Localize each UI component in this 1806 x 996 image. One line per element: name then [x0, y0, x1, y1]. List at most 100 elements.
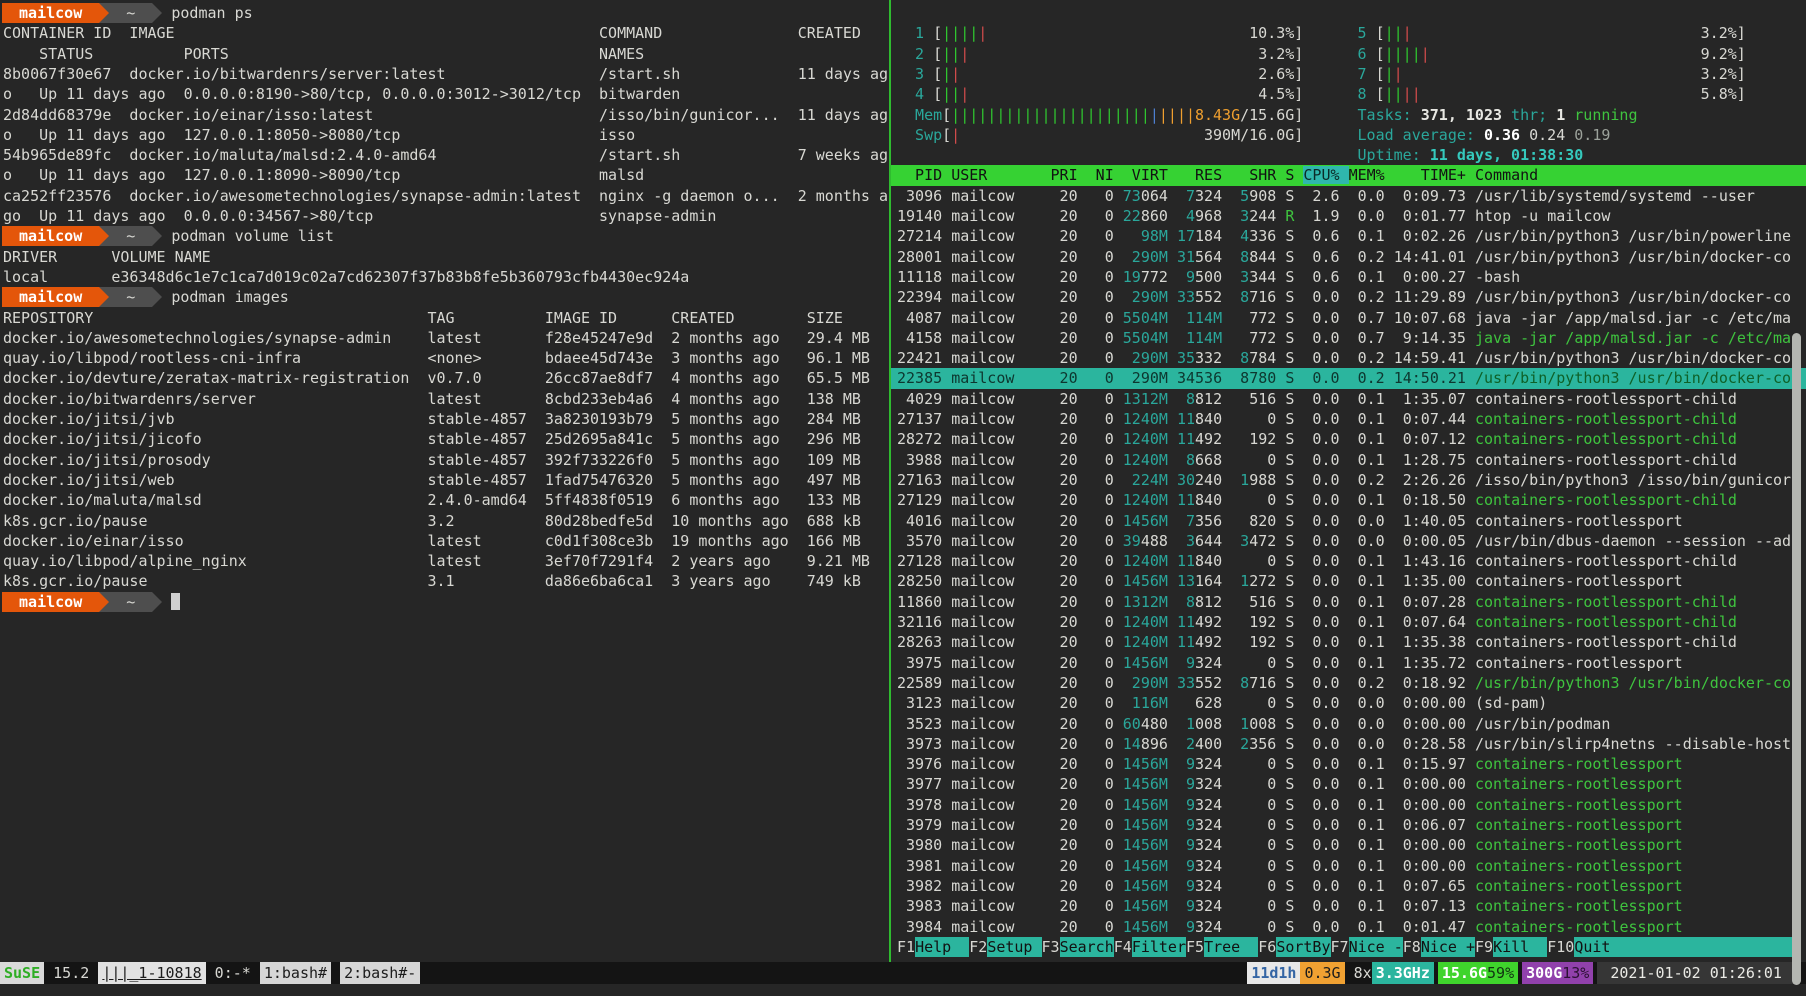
mem-value: 1312M — [1123, 390, 1168, 408]
process-row[interactable]: 4158 mailcow 20 0 5504M 114M 772 S 0.0 0… — [891, 328, 1806, 348]
text — [1222, 654, 1231, 672]
process-row[interactable]: 3980 mailcow 20 0 1456M 9324 0 S 0.0 0.1… — [891, 835, 1806, 855]
process-row[interactable]: 3523 mailcow 20 0 60480 1008 1008 S 0.0 … — [891, 714, 1806, 734]
window-2[interactable]: 2:bash#- — [340, 962, 420, 984]
mem-value: 1456M — [1123, 654, 1168, 672]
process-row[interactable]: 4087 mailcow 20 0 5504M 114M 772 S 0.0 0… — [891, 308, 1806, 328]
terminal-cursor[interactable] — [171, 593, 180, 610]
process-row[interactable]: 3978 mailcow 20 0 1456M 9324 0 S 0.0 0.1… — [891, 795, 1806, 815]
process-table-header[interactable]: PID USER PRI NI VIRT RES SHR S CPU% MEM%… — [891, 165, 1806, 185]
mem-value: 30 — [1177, 471, 1195, 489]
window-1[interactable]: 1:bash# — [260, 962, 331, 984]
fkey-f8-key[interactable]: F8 — [1403, 937, 1421, 957]
fkey-f9-label[interactable]: Kill — [1493, 937, 1547, 957]
process-row[interactable]: 3979 mailcow 20 0 1456M 9324 0 S 0.0 0.1… — [891, 815, 1806, 835]
fkey-f1-label[interactable]: Help — [915, 937, 969, 957]
text — [1222, 451, 1231, 469]
fkey-f1-key[interactable]: F1 — [897, 937, 915, 957]
process-row[interactable]: 11118 mailcow 20 0 19772 9500 3344 S 0.6… — [891, 267, 1806, 287]
process-row[interactable]: 22421 mailcow 20 0 290M 35332 8784 S 0.0… — [891, 348, 1806, 368]
text — [1222, 207, 1231, 225]
process-row[interactable]: 27137 mailcow 20 0 1240M 11840 0 S 0.0 0… — [891, 409, 1806, 429]
process-row[interactable]: 3988 mailcow 20 0 1240M 8668 0 S 0.0 0.1… — [891, 450, 1806, 470]
process-row[interactable]: 28250 mailcow 20 0 1456M 13164 1272 S 0.… — [891, 571, 1806, 591]
window-0[interactable]: 0:-* — [206, 962, 260, 984]
fkey-f4-key[interactable]: F4 — [1114, 937, 1132, 957]
process-row[interactable]: 3123 mailcow 20 0 116M 628 0 S 0.0 0.0 0… — [891, 693, 1806, 713]
process-row[interactable]: 27163 mailcow 20 0 224M 30240 1988 S 0.0… — [891, 470, 1806, 490]
disk-chip-part: 300G — [1526, 964, 1562, 982]
process-row[interactable]: 28263 mailcow 20 0 1240M 11492 192 S 0.0… — [891, 632, 1806, 652]
fkey-f5-label[interactable]: Tree — [1204, 937, 1258, 957]
process-row[interactable]: 27214 mailcow 20 0 98M 17184 4336 S 0.6 … — [891, 226, 1806, 246]
nice: 0 — [1087, 552, 1123, 570]
fkey-f3-label[interactable]: Search — [1060, 937, 1114, 957]
process-row[interactable]: 22589 mailcow 20 0 290M 33552 8716 S 0.0… — [891, 673, 1806, 693]
shell-prompt[interactable]: mailcow ~ podman images — [2, 287, 289, 307]
process-row[interactable]: 27129 mailcow 20 0 1240M 11840 0 S 0.0 0… — [891, 490, 1806, 510]
fkey-f9-key[interactable]: F9 — [1475, 937, 1493, 957]
user: mailcow — [951, 715, 1050, 733]
fkey-f6-key[interactable]: F6 — [1258, 937, 1276, 957]
fkey-f2-label[interactable]: Setup — [987, 937, 1041, 957]
text — [1276, 715, 1285, 733]
process-row[interactable]: 3981 mailcow 20 0 1456M 9324 0 S 0.0 0.1… — [891, 856, 1806, 876]
mem-value: 1 — [1231, 572, 1249, 590]
pid: 27163 — [897, 471, 951, 489]
fkey-f8-label[interactable]: Nice + — [1421, 937, 1475, 957]
prompt-user-segment: mailcow — [2, 3, 99, 23]
process-row[interactable]: 3982 mailcow 20 0 1456M 9324 0 S 0.0 0.1… — [891, 876, 1806, 896]
text — [1168, 471, 1177, 489]
fkey-f10-label[interactable]: Quit — [1574, 937, 1795, 957]
mem-value: 0 — [1231, 654, 1276, 672]
meter-value: 10.3% — [1249, 23, 1294, 43]
process-row[interactable]: 3096 mailcow 20 0 73064 7324 5908 S 2.6 … — [891, 186, 1806, 206]
time: 1:28.75 — [1394, 451, 1475, 469]
user: mailcow — [951, 207, 1050, 225]
process-row[interactable]: 28001 mailcow 20 0 290M 31564 8844 S 0.6… — [891, 247, 1806, 267]
mem-percent: 0.1 — [1349, 836, 1394, 854]
pid: 4158 — [897, 329, 951, 347]
process-row[interactable]: 27128 mailcow 20 0 1240M 11840 0 S 0.0 0… — [891, 551, 1806, 571]
swap-meter: Swp[|390M/16.0G] — [915, 125, 1303, 145]
process-row[interactable]: 3973 mailcow 20 0 14896 2400 2356 S 0.0 … — [891, 734, 1806, 754]
mem-value: 9 — [1177, 755, 1195, 773]
mem-percent: 0.1 — [1349, 552, 1394, 570]
process-row[interactable]: 22385 mailcow 20 0 290M 34536 8780 S 0.0… — [891, 368, 1806, 388]
process-row[interactable]: 22394 mailcow 20 0 290M 33552 8716 S 0.0… — [891, 287, 1806, 307]
process-row[interactable]: 19140 mailcow 20 0 22860 4968 3244 R 1.9… — [891, 206, 1806, 226]
fkey-f3-key[interactable]: F3 — [1042, 937, 1060, 957]
process-row[interactable]: 3984 mailcow 20 0 1456M 9324 0 S 0.0 0.1… — [891, 917, 1806, 937]
meter-bracket: ] — [1294, 23, 1303, 43]
shell-prompt[interactable]: mailcow ~ — [2, 592, 180, 612]
process-row[interactable]: 3983 mailcow 20 0 1456M 9324 0 S 0.0 0.1… — [891, 896, 1806, 916]
process-row[interactable]: 3570 mailcow 20 0 39488 3644 3472 S 0.0 … — [891, 531, 1806, 551]
process-row[interactable]: 4029 mailcow 20 0 1312M 8812 516 S 0.0 0… — [891, 389, 1806, 409]
fkey-f7-key[interactable]: F7 — [1331, 937, 1349, 957]
time: 0:01.77 — [1394, 207, 1475, 225]
process-row[interactable]: 28272 mailcow 20 0 1240M 11492 192 S 0.0… — [891, 429, 1806, 449]
fkey-f6-label[interactable]: SortBy — [1276, 937, 1330, 957]
cpu-percent: 0.0 — [1294, 897, 1348, 915]
cpu-percent: 0.0 — [1294, 309, 1348, 327]
mem-value: 5504M — [1123, 309, 1168, 327]
fkey-f10-key[interactable]: F10 — [1547, 937, 1574, 957]
process-row[interactable]: 3977 mailcow 20 0 1456M 9324 0 S 0.0 0.1… — [891, 774, 1806, 794]
mem-value: 5504M — [1123, 329, 1168, 347]
process-row[interactable]: 11860 mailcow 20 0 1312M 8812 516 S 0.0 … — [891, 592, 1806, 612]
shell-prompt[interactable]: mailcow ~ podman volume list — [2, 226, 334, 246]
command: containers-rootlessport-child — [1475, 430, 1737, 448]
fkey-f5-key[interactable]: F5 — [1186, 937, 1204, 957]
process-row[interactable]: 3975 mailcow 20 0 1456M 9324 0 S 0.0 0.1… — [891, 653, 1806, 673]
fkey-f4-label[interactable]: Filter — [1132, 937, 1186, 957]
mem-value: 0 — [1231, 451, 1276, 469]
shell-prompt[interactable]: mailcow ~ podman ps — [2, 3, 253, 23]
fkey-f7-label[interactable]: Nice - — [1349, 937, 1403, 957]
process-row[interactable]: 32116 mailcow 20 0 1240M 11492 192 S 0.0… — [891, 612, 1806, 632]
process-row[interactable]: 3976 mailcow 20 0 1456M 9324 0 S 0.0 0.1… — [891, 754, 1806, 774]
fkey-f2-key[interactable]: F2 — [969, 937, 987, 957]
process-row[interactable]: 4016 mailcow 20 0 1456M 7356 820 S 0.0 0… — [891, 511, 1806, 531]
mem-value: 3 — [1231, 268, 1249, 286]
scrollbar[interactable] — [1792, 333, 1801, 985]
text — [1276, 857, 1285, 875]
